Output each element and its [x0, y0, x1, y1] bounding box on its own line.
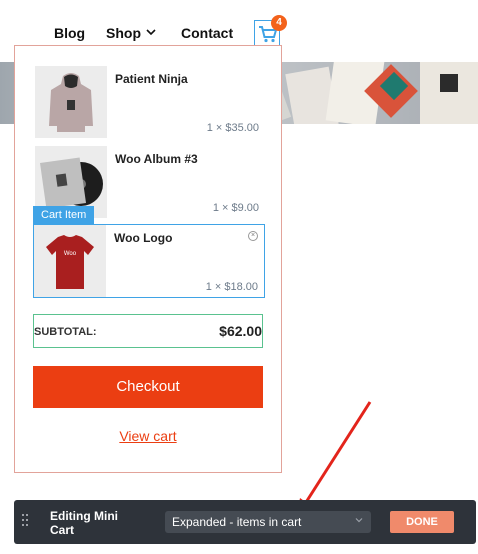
- done-button[interactable]: DONE: [390, 511, 454, 533]
- editor-title: Editing Mini Cart: [50, 509, 118, 537]
- editor-toolbar: Editing Mini Cart Expanded - items in ca…: [14, 500, 476, 544]
- drag-handle-icon[interactable]: [22, 514, 30, 530]
- view-state-select[interactable]: Expanded - items in cart: [165, 511, 371, 533]
- annotation-arrow-icon: [296, 401, 372, 518]
- select-value: Expanded - items in cart: [172, 515, 302, 529]
- chevron-down-icon: [355, 518, 363, 523]
